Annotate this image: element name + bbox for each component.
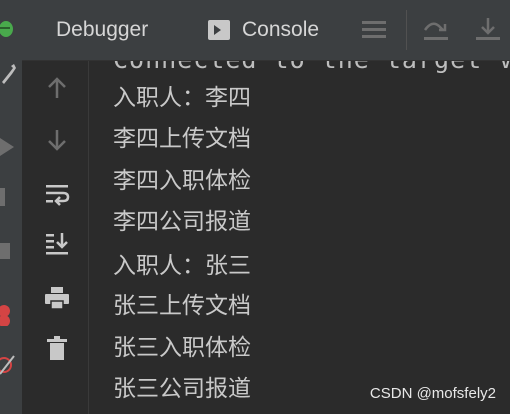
arrow-down-icon[interactable]: [44, 127, 70, 153]
tab-console-label: Console: [242, 18, 320, 41]
console-line: 张三入职体检: [113, 335, 251, 361]
wrench-settings-icon[interactable]: [0, 64, 16, 86]
layout-menu-icon[interactable]: [360, 16, 388, 44]
stop-program-icon[interactable]: [0, 240, 16, 262]
debug-bug-icon[interactable]: [0, 18, 16, 40]
tool-window-header: Debugger Console: [22, 0, 510, 61]
watermark: CSDN @mofsfely2: [369, 385, 496, 402]
console-line: 李四入职体检: [113, 168, 251, 194]
soft-wrap-icon[interactable]: [44, 181, 70, 207]
console-line-partial: Connected to the target V: [113, 61, 510, 75]
console-line: 入职人：张三: [113, 253, 251, 279]
step-into-icon[interactable]: [474, 16, 502, 44]
tab-console[interactable]: Console: [208, 0, 319, 60]
header-separator: [406, 10, 407, 50]
console-icon: [208, 20, 230, 40]
tab-debugger-label: Debugger: [56, 18, 149, 41]
clear-all-trash-icon[interactable]: [44, 335, 70, 361]
print-icon[interactable]: [44, 285, 70, 311]
resume-program-icon[interactable]: [0, 136, 16, 158]
pause-program-icon[interactable]: [0, 186, 16, 208]
step-over-icon[interactable]: [422, 16, 450, 44]
tab-debugger[interactable]: Debugger: [56, 0, 148, 60]
console-output[interactable]: Connected to the target V 入职人：李四 李四上传文档 …: [89, 61, 510, 414]
console-side-toolbar: [22, 61, 89, 414]
console-line: 入职人：李四: [113, 85, 251, 111]
console-line: 张三上传文档: [113, 293, 251, 319]
console-line: 李四上传文档: [113, 126, 251, 152]
arrow-up-icon[interactable]: [44, 75, 70, 101]
debug-tool-window: Debugger Console 入职人：李四 李四上传文档 李四入职体检 李四…: [0, 0, 510, 414]
console-line: 李四公司报道: [113, 209, 251, 235]
console-line: 张三公司报道: [113, 376, 251, 402]
scroll-to-end-icon[interactable]: [44, 231, 70, 257]
debug-actions-strip: [0, 0, 23, 414]
mute-breakpoints-icon[interactable]: [0, 354, 16, 376]
view-breakpoints-icon[interactable]: [0, 304, 16, 326]
